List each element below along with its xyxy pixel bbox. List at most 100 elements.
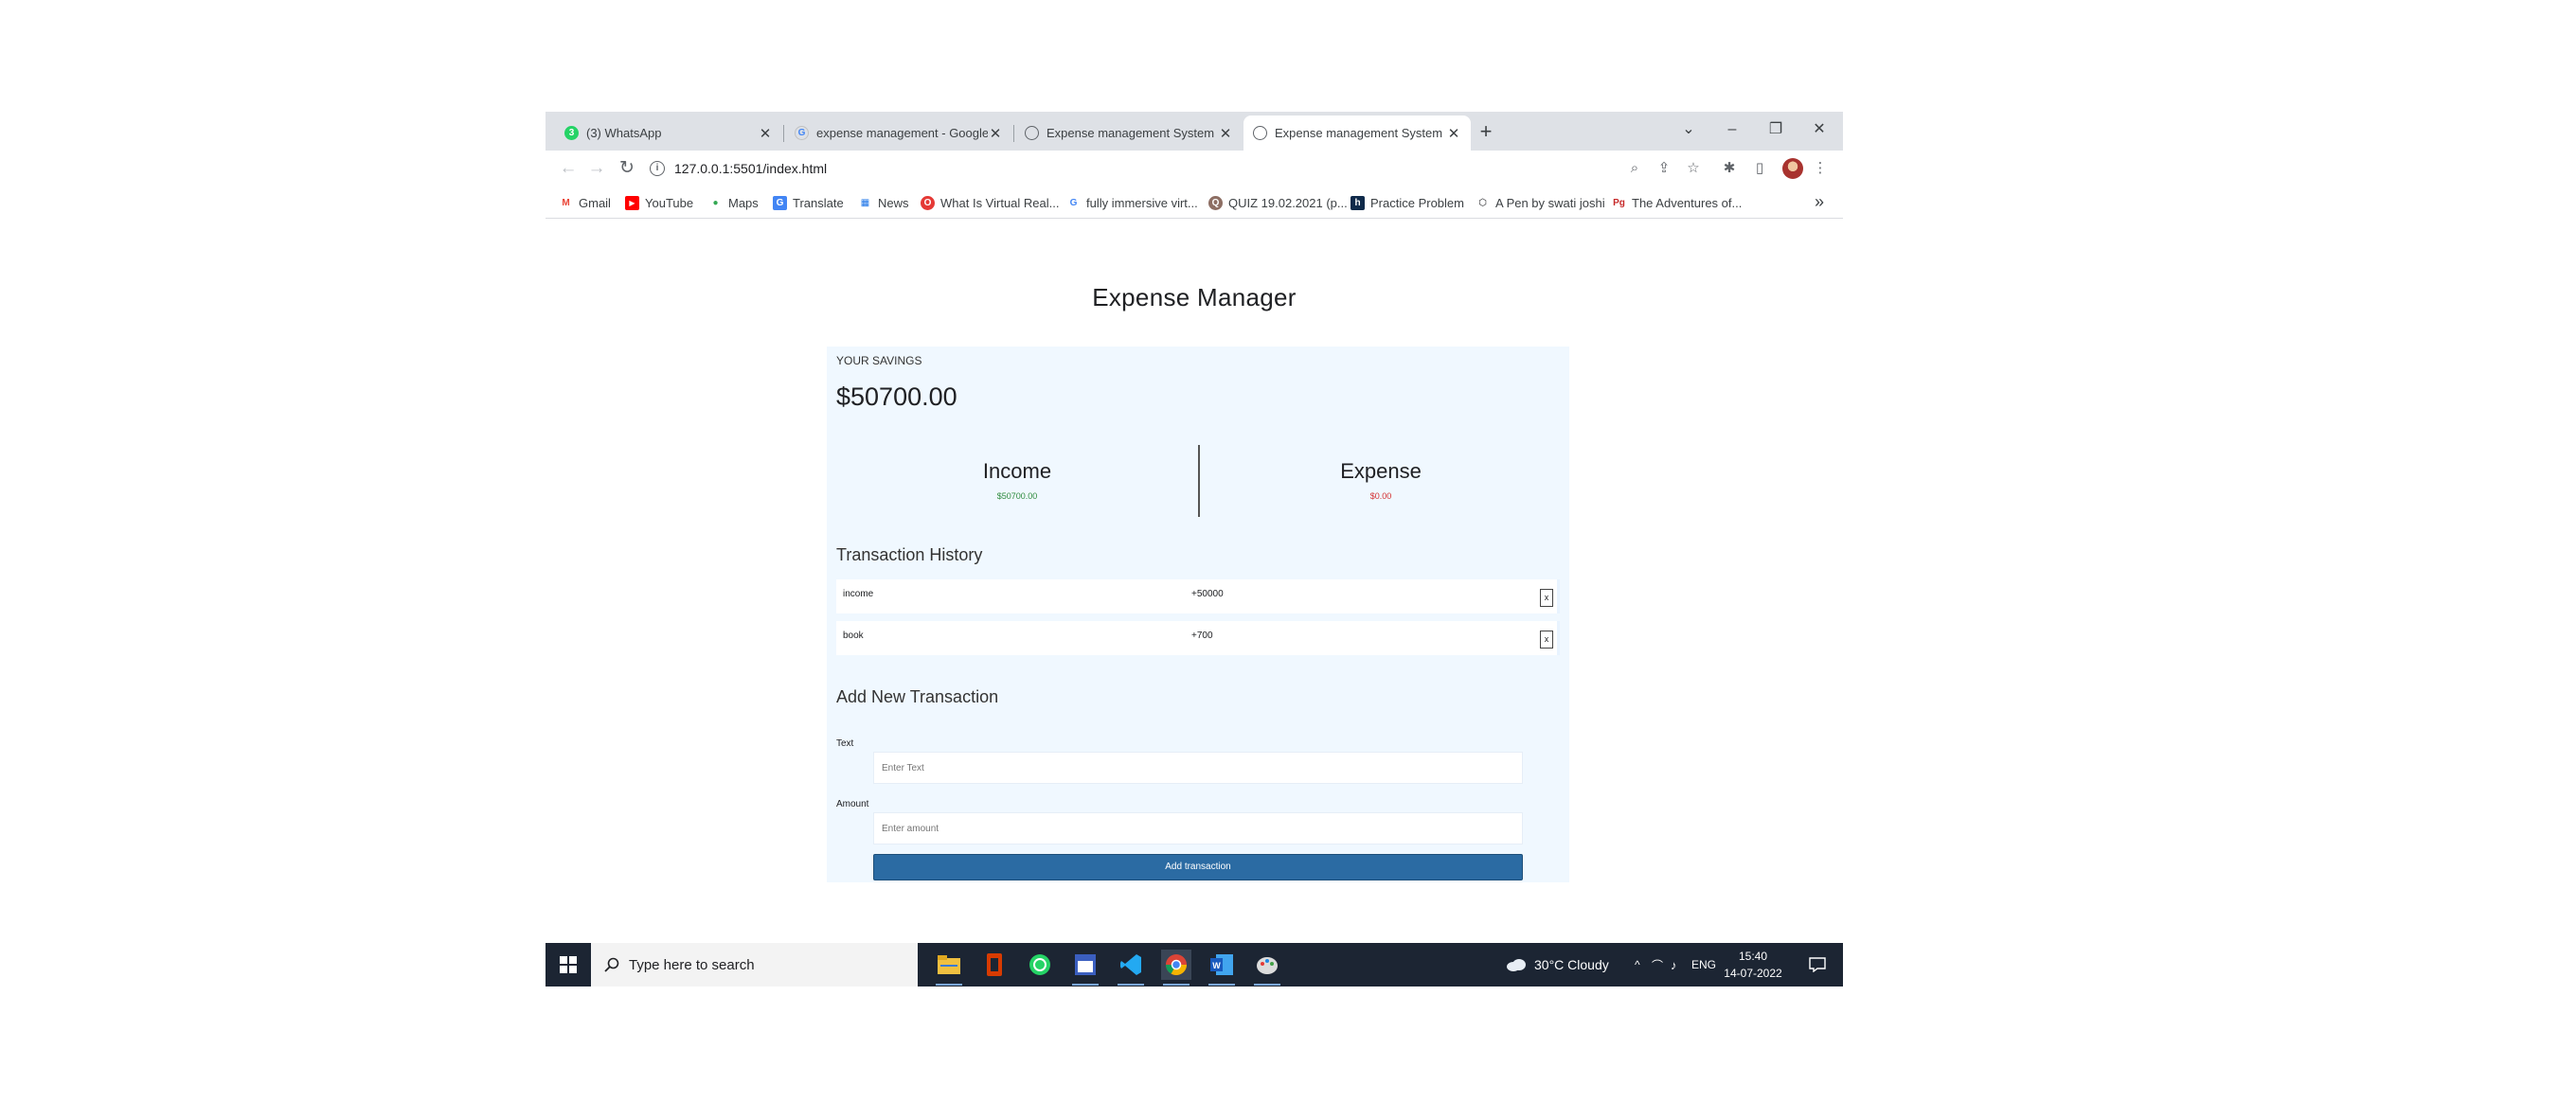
bookmark-label: fully immersive virt... xyxy=(1086,195,1198,210)
bookmark-translate[interactable]: G Translate xyxy=(773,194,844,211)
file-explorer-icon[interactable] xyxy=(934,950,964,986)
delete-button[interactable]: x xyxy=(1540,631,1553,649)
notifications-icon[interactable] xyxy=(1809,943,1826,986)
start-button[interactable] xyxy=(546,943,591,986)
close-window-button[interactable]: ✕ xyxy=(1805,117,1834,142)
star-icon[interactable]: ☆ xyxy=(1684,159,1703,178)
minimize-button[interactable]: – xyxy=(1718,117,1746,142)
transaction-text: income xyxy=(843,589,874,599)
volume-icon[interactable]: ♪ xyxy=(1671,943,1677,986)
bookmarks-bar: M Gmail ▶ YouTube ● Maps G Translate ▦ N… xyxy=(546,187,1843,219)
history-heading: Transaction History xyxy=(836,545,983,564)
word-icon[interactable]: W xyxy=(1207,950,1237,986)
tab-title: expense management - Google Search xyxy=(816,126,988,140)
quiz-icon: Q xyxy=(1208,195,1223,210)
profile-avatar[interactable] xyxy=(1782,158,1803,179)
url-text[interactable]: 127.0.0.1:5501/index.html xyxy=(674,161,827,176)
chevron-up-icon[interactable]: ^ xyxy=(1635,943,1640,986)
clock[interactable]: 15:40 14-07-2022 xyxy=(1720,948,1786,982)
tab-whatsapp[interactable]: 3 (3) WhatsApp ✕ xyxy=(555,116,782,151)
chrome-icon[interactable] xyxy=(1161,950,1191,986)
cloud-icon xyxy=(1507,959,1526,971)
expense-amount: $0.00 xyxy=(1369,491,1392,501)
income-amount: $50700.00 xyxy=(996,491,1038,501)
side-panel-icon[interactable]: ▯ xyxy=(1750,159,1769,178)
close-icon[interactable]: ✕ xyxy=(758,125,773,142)
bookmark-label: News xyxy=(878,195,909,210)
tab-search-icon[interactable]: ⌄ xyxy=(1674,117,1703,142)
info-icon[interactable]: i xyxy=(650,161,665,176)
chevron-double-right-icon[interactable]: » xyxy=(1815,192,1824,212)
text-input[interactable] xyxy=(873,752,1523,784)
bookmark-adventures[interactable]: Pg The Adventures of... xyxy=(1612,194,1742,211)
bookmark-label: YouTube xyxy=(645,195,694,210)
bookmark-immersive[interactable]: G fully immersive virt... xyxy=(1066,194,1198,211)
amount-input[interactable] xyxy=(873,812,1523,844)
savings-amount: $50700.00 xyxy=(836,382,957,411)
bookmark-label: Maps xyxy=(728,195,759,210)
bookmark-news[interactable]: ▦ News xyxy=(858,194,909,211)
extensions-icon[interactable]: ✱ xyxy=(1720,159,1739,178)
svg-text:W: W xyxy=(1212,961,1221,970)
news-icon: ▦ xyxy=(860,197,870,208)
add-transaction-button[interactable]: Add transaction xyxy=(873,854,1523,880)
expense-card: YOUR SAVINGS $50700.00 Income $50700.00 … xyxy=(827,347,1569,882)
bookmark-label: Translate xyxy=(793,195,844,210)
share-icon[interactable]: ⇪ xyxy=(1655,159,1673,178)
transaction-amount: +50000 xyxy=(1191,589,1224,599)
address-bar[interactable]: i 127.0.0.1:5501/index.html xyxy=(650,154,1673,183)
tab-title: Expense management System xyxy=(1046,126,1215,140)
language-indicator[interactable]: ENG xyxy=(1691,943,1716,986)
forward-icon[interactable]: → xyxy=(583,155,610,182)
translate-icon: G xyxy=(773,195,787,210)
new-tab-button[interactable]: + xyxy=(1474,119,1498,144)
zoom-icon[interactable]: ⌕ xyxy=(1625,159,1644,178)
bookmark-practice-problem[interactable]: h Practice Problem xyxy=(1351,194,1464,211)
bookmark-codepen[interactable]: ⬡ A Pen by swati joshi xyxy=(1476,194,1605,211)
weather-text: 30°C Cloudy xyxy=(1534,957,1609,972)
transaction-text: book xyxy=(843,631,864,641)
bookmark-quiz[interactable]: Q QUIZ 19.02.2021 (p... xyxy=(1208,194,1348,211)
bookmark-maps[interactable]: ● Maps xyxy=(708,194,759,211)
clock-time: 15:40 xyxy=(1738,950,1768,963)
back-icon[interactable]: ← xyxy=(555,155,581,182)
close-icon[interactable]: ✕ xyxy=(1218,125,1233,142)
tab-separator xyxy=(783,125,784,142)
bookmark-youtube[interactable]: ▶ YouTube xyxy=(625,194,693,211)
page-title: Expense Manager xyxy=(1092,283,1297,311)
bookmark-gmail[interactable]: M Gmail xyxy=(559,194,611,211)
globe-icon xyxy=(1025,126,1039,140)
expense-box: Expense $0.00 xyxy=(1200,445,1562,517)
add-transaction-heading: Add New Transaction xyxy=(836,687,999,706)
tab-title: Expense management System xyxy=(1275,126,1443,140)
transaction-row: book +700 x xyxy=(836,621,1560,655)
delete-button[interactable]: x xyxy=(1540,589,1553,607)
calendar-app-icon[interactable] xyxy=(1070,950,1100,986)
close-icon[interactable]: ✕ xyxy=(988,125,1003,142)
reload-icon[interactable]: ↻ xyxy=(614,155,640,182)
whatsapp-icon[interactable] xyxy=(1025,950,1055,980)
globe-icon xyxy=(1253,126,1267,140)
amount-field-label: Amount xyxy=(836,799,869,809)
tab-google-search[interactable]: G expense management - Google Search ✕ xyxy=(785,116,1012,151)
bookmark-virtual-reality[interactable]: O What Is Virtual Real... xyxy=(921,194,1059,211)
weather-widget[interactable]: 30°C Cloudy xyxy=(1506,943,1609,986)
text-field-label: Text xyxy=(836,738,854,749)
vscode-icon[interactable] xyxy=(1116,950,1146,986)
taskbar-search[interactable]: Type here to search xyxy=(591,943,918,986)
close-icon[interactable]: ✕ xyxy=(1446,125,1461,142)
paint-icon[interactable] xyxy=(1252,950,1282,986)
bookmark-label: Practice Problem xyxy=(1370,195,1464,210)
restore-button[interactable]: ❐ xyxy=(1762,117,1790,142)
menu-icon[interactable]: ⋮ xyxy=(1811,159,1830,178)
network-icon[interactable]: ⌒ xyxy=(1652,943,1663,986)
office-icon[interactable] xyxy=(979,950,1010,980)
tab-expense-system[interactable]: Expense management System ✕ xyxy=(1015,116,1243,151)
savings-label: YOUR SAVINGS xyxy=(836,354,922,367)
bookmark-label: What Is Virtual Real... xyxy=(940,195,1060,210)
maps-icon: ● xyxy=(712,197,719,208)
income-expense-summary: Income $50700.00 Expense $0.00 xyxy=(836,445,1560,517)
google-icon: G xyxy=(795,126,809,140)
tab-expense-system-active[interactable]: Expense management System ✕ xyxy=(1243,116,1471,151)
search-placeholder: Type here to search xyxy=(629,956,755,973)
